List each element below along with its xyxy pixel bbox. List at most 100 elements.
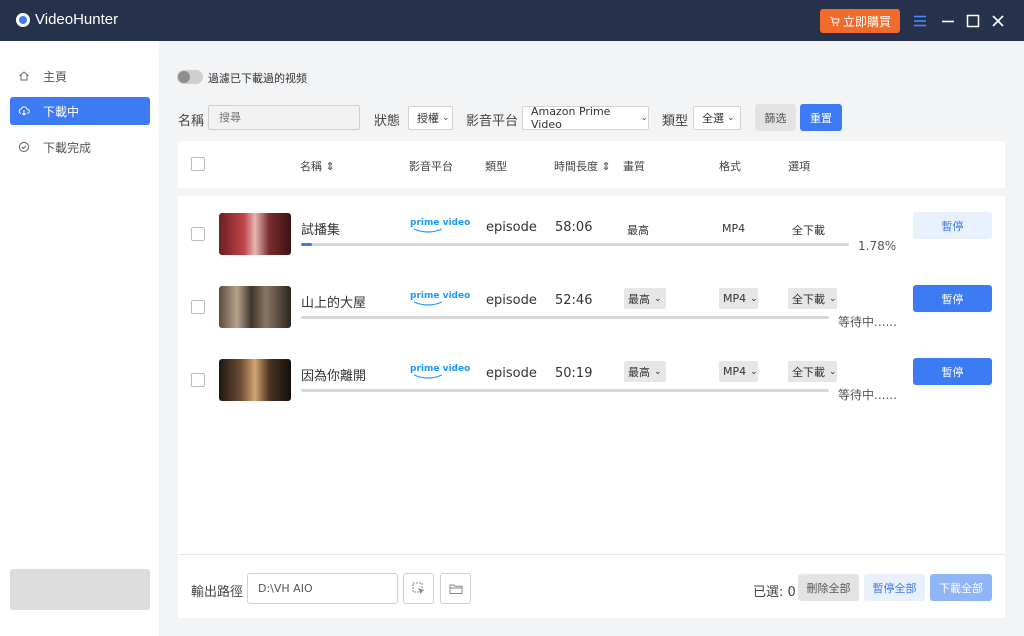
type-select-value: 全選 <box>702 112 724 125</box>
platform-logo-text: prime video <box>410 218 471 228</box>
close-icon[interactable] <box>989 12 1007 30</box>
type-select[interactable]: 全選 ⌄ <box>693 106 741 130</box>
output-path-label: 輸出路徑 <box>191 585 244 600</box>
download-progress-fill <box>301 243 312 246</box>
format-select[interactable]: MP4 ⌄ <box>719 288 758 309</box>
home-icon <box>18 70 30 82</box>
prime-video-logo: prime video <box>410 218 470 234</box>
quality-select[interactable]: 最高 ⌄ <box>624 361 666 382</box>
row-checkbox[interactable] <box>191 227 205 241</box>
video-thumbnail <box>219 286 291 328</box>
filter-downloaded-toggle[interactable] <box>177 70 203 84</box>
video-title: 因為你離開 <box>301 369 367 384</box>
quality-select[interactable]: 最高 ⌄ <box>624 288 666 309</box>
video-duration: 58:06 <box>555 220 593 235</box>
prime-video-logo: prime video <box>410 291 470 307</box>
chevron-down-icon: ⌄ <box>640 113 648 123</box>
status-select[interactable]: 授權 ⌄ <box>408 106 453 130</box>
video-type: episode <box>486 366 537 381</box>
check-circle-icon <box>18 141 30 153</box>
download-cloud-icon <box>18 105 30 117</box>
filter-button[interactable]: 篩选 <box>755 104 796 131</box>
chevron-down-icon: ⌄ <box>750 366 758 377</box>
header-name[interactable]: 名稱 ⇕ <box>300 158 335 174</box>
menu-icon[interactable] <box>911 12 929 30</box>
header-type: 類型 <box>485 160 507 173</box>
video-quality: 最高 <box>627 224 649 237</box>
platform-filter-label: 影音平台 <box>466 114 519 129</box>
option-select[interactable]: 全下載 ⌄ <box>788 288 837 309</box>
download-status: 1.78% <box>858 239 897 253</box>
chevron-down-icon: ⌄ <box>727 113 735 123</box>
pause-all-button[interactable]: 暫停全部 <box>864 574 925 601</box>
header-quality: 畫質 <box>623 160 645 173</box>
cursor-select-icon <box>412 582 424 594</box>
video-type: episode <box>486 220 537 235</box>
search-input[interactable] <box>208 105 360 130</box>
sidebar-item-label: 下載中 <box>43 104 80 119</box>
sort-icon: ⇕ <box>325 160 335 173</box>
table-row: 因為你離開 prime video episode 50:19 最高 ⌄ MP4 ⌄… <box>178 345 1005 415</box>
video-duration: 52:46 <box>555 293 593 308</box>
format-select[interactable]: MP4 ⌄ <box>719 361 758 382</box>
pause-button[interactable]: 暫停 <box>913 212 992 239</box>
video-title: 試播集 <box>301 223 341 238</box>
sort-icon: ⇕ <box>601 160 611 173</box>
chevron-down-icon: ⌄ <box>654 293 662 304</box>
sidebar-bottom-banner[interactable] <box>10 569 150 610</box>
header-name-label: 名稱 <box>300 160 322 173</box>
app-logo-icon <box>16 13 30 27</box>
maximize-icon[interactable] <box>964 12 982 30</box>
header-options: 選項 <box>788 160 810 173</box>
cart-icon <box>829 16 840 26</box>
option-select[interactable]: 全下載 ⌄ <box>788 361 837 382</box>
row-checkbox[interactable] <box>191 300 205 314</box>
download-all-button[interactable]: 下載全部 <box>930 574 992 601</box>
header-duration-label: 時間長度 <box>554 160 598 173</box>
sidebar-item-downloading[interactable]: 下載中 <box>10 97 150 125</box>
format-select-value: MP4 <box>723 365 747 378</box>
select-path-button[interactable] <box>403 573 434 604</box>
sidebar-item-completed[interactable]: 下載完成 <box>10 133 150 161</box>
sidebar-item-home[interactable]: 主頁 <box>10 62 150 90</box>
sidebar-item-label: 主頁 <box>43 69 68 84</box>
header-duration[interactable]: 時間長度 ⇕ <box>554 158 611 174</box>
select-all-checkbox[interactable] <box>191 157 205 171</box>
download-status: 等待中...... <box>838 388 897 402</box>
platform-logo-text: prime video <box>410 364 471 374</box>
status-select-value: 授權 <box>417 112 439 125</box>
video-format: MP4 <box>722 222 746 235</box>
pause-button[interactable]: 暫停 <box>913 285 992 312</box>
platform-select[interactable]: Amazon Prime Video ⌄ <box>522 105 649 131</box>
download-status: 等待中...... <box>838 315 897 329</box>
quality-select-value: 最高 <box>628 292 650 306</box>
format-select-value: MP4 <box>723 292 747 305</box>
download-progress-bar <box>301 243 849 246</box>
reset-button[interactable]: 重置 <box>800 104 842 131</box>
header-platform: 影音平台 <box>409 160 453 173</box>
video-thumbnail <box>219 213 291 255</box>
header-format: 格式 <box>719 160 741 173</box>
option-select-value: 全下載 <box>792 292 825 306</box>
video-thumbnail <box>219 359 291 401</box>
table-row: 試播集 prime video episode 58:06 最高 MP4 全下載… <box>178 199 1005 269</box>
download-progress-bar <box>301 389 829 392</box>
chevron-down-icon: ⌄ <box>750 293 758 304</box>
pause-button[interactable]: 暫停 <box>913 358 992 385</box>
sidebar: 主頁 下載中 下載完成 <box>0 41 159 636</box>
folder-icon <box>449 584 462 594</box>
option-select-value: 全下載 <box>792 365 825 379</box>
open-folder-button[interactable] <box>440 573 471 604</box>
status-filter-label: 狀態 <box>374 114 401 129</box>
name-filter-label: 名稱 <box>178 114 205 129</box>
prime-smile-icon <box>413 228 443 233</box>
delete-all-button[interactable]: 刪除全部 <box>798 574 859 601</box>
output-path-field[interactable]: D:\VH AIO <box>247 573 398 604</box>
buy-now-button[interactable]: 立即購買 <box>820 9 900 33</box>
chevron-down-icon: ⌄ <box>829 293 837 304</box>
buy-now-label: 立即購買 <box>842 14 891 29</box>
minimize-icon[interactable] <box>939 12 957 30</box>
chevron-down-icon: ⌄ <box>442 113 450 123</box>
row-checkbox[interactable] <box>191 373 205 387</box>
sidebar-item-label: 下載完成 <box>43 140 92 155</box>
